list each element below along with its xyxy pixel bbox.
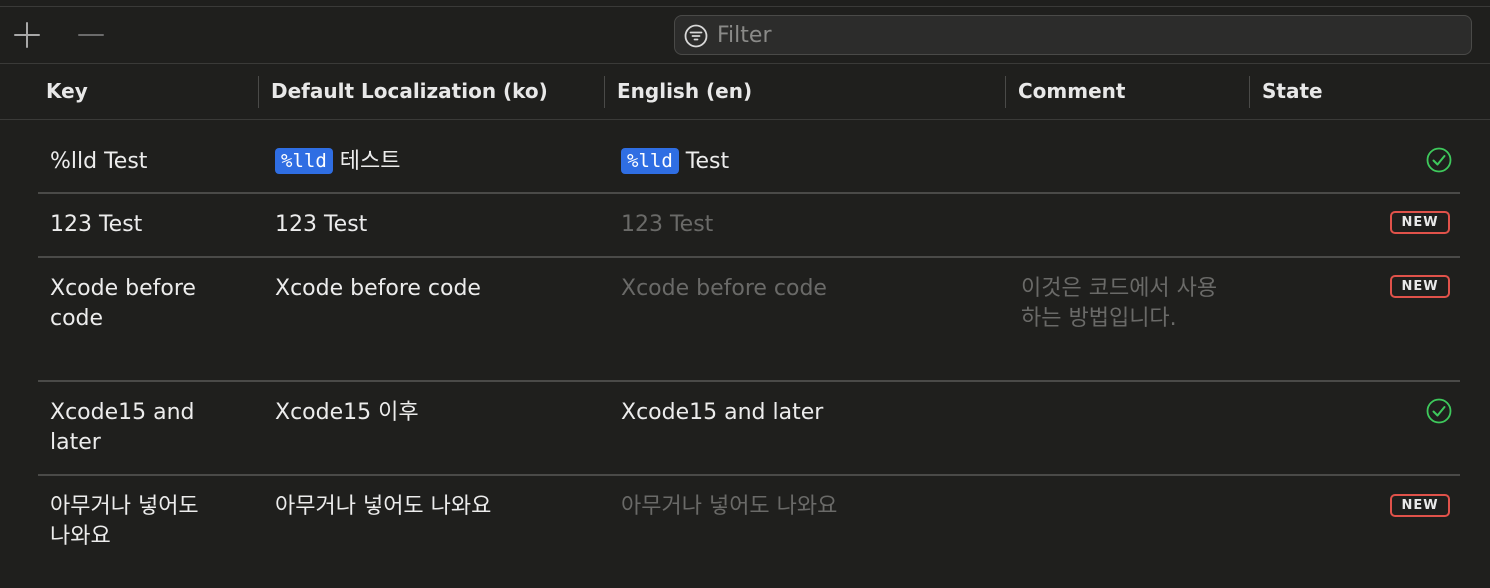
- key-cell[interactable]: 아무거나 넣어도 나와요: [50, 492, 200, 552]
- default-localization-cell[interactable]: %lld 테스트: [275, 147, 595, 177]
- default-text: 테스트: [339, 149, 401, 174]
- string-catalog-editor: Key Default Localization (ko) English (e…: [0, 0, 1490, 588]
- default-localization-cell[interactable]: Xcode15 이후: [275, 398, 595, 428]
- english-cell[interactable]: Xcode15 and later: [621, 398, 991, 428]
- checkmark-circle-icon: [1426, 147, 1452, 173]
- checkmark-circle-icon: [1426, 398, 1452, 424]
- column-header-english[interactable]: English (en): [617, 79, 752, 103]
- english-cell[interactable]: 123 Test: [621, 210, 991, 240]
- column-header-state[interactable]: State: [1262, 79, 1323, 103]
- table-row[interactable]: 123 Test 123 Test 123 Test NEW: [0, 194, 1490, 258]
- state-new-badge: NEW: [1390, 494, 1450, 517]
- filter-icon: [684, 24, 708, 48]
- default-localization-cell[interactable]: 123 Test: [275, 210, 595, 240]
- column-header-key[interactable]: Key: [46, 79, 88, 103]
- add-string-button[interactable]: [6, 15, 46, 55]
- filter-field[interactable]: [674, 15, 1472, 55]
- default-localization-cell[interactable]: Xcode before code: [275, 274, 595, 304]
- english-text: Test: [685, 149, 730, 174]
- table-header: Key Default Localization (ko) English (e…: [0, 64, 1490, 120]
- column-header-default-localization[interactable]: Default Localization (ko): [271, 79, 548, 103]
- comment-cell[interactable]: 이것은 코드에서 사용하는 방법입니다.: [1021, 274, 1231, 334]
- table-row[interactable]: 아무거나 넣어도 나와요 아무거나 넣어도 나와요 아무거나 넣어도 나와요 N…: [0, 476, 1490, 588]
- key-cell[interactable]: Xcode15 and later: [50, 398, 210, 458]
- table-row[interactable]: Xcode15 and later Xcode15 이후 Xcode15 and…: [0, 382, 1490, 476]
- table-row[interactable]: Xcode before code Xcode before code Xcod…: [0, 258, 1490, 382]
- key-cell[interactable]: %lld Test: [50, 147, 250, 177]
- english-cell[interactable]: Xcode before code: [621, 274, 991, 304]
- english-cell[interactable]: 아무거나 넣어도 나와요: [621, 492, 991, 522]
- state-new-badge: NEW: [1390, 211, 1450, 234]
- format-specifier-token: %lld: [621, 148, 679, 174]
- column-header-comment[interactable]: Comment: [1018, 79, 1125, 103]
- english-cell[interactable]: %lld Test: [621, 147, 991, 177]
- state-new-badge: NEW: [1390, 275, 1450, 298]
- remove-string-button[interactable]: [70, 15, 110, 55]
- column-separator[interactable]: [1249, 76, 1250, 108]
- format-specifier-token: %lld: [275, 148, 333, 174]
- column-separator[interactable]: [604, 76, 605, 108]
- key-cell[interactable]: Xcode before code: [50, 274, 220, 334]
- column-separator[interactable]: [1005, 76, 1006, 108]
- table-row[interactable]: %lld Test %lld 테스트 %lld Test: [0, 120, 1490, 194]
- default-localization-cell[interactable]: 아무거나 넣어도 나와요: [275, 492, 595, 522]
- filter-input[interactable]: [717, 20, 1457, 50]
- column-separator[interactable]: [258, 76, 259, 108]
- toolbar: [0, 7, 1490, 63]
- key-cell[interactable]: 123 Test: [50, 210, 250, 240]
